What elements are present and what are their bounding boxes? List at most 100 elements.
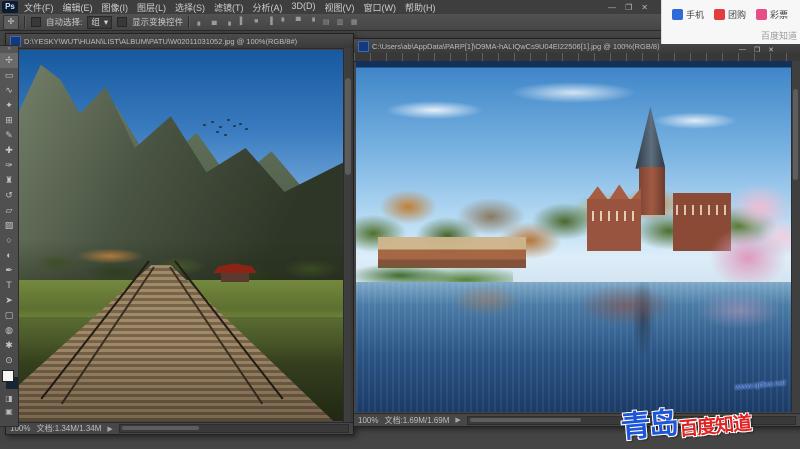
marquee-tool[interactable]: ▭ <box>0 68 18 83</box>
align-icon[interactable]: ▄ <box>209 18 219 26</box>
auto-select-checkbox[interactable] <box>31 17 41 27</box>
castle-left-wing <box>587 199 641 251</box>
menu-item[interactable]: 图像(I) <box>102 1 129 14</box>
menu-item[interactable]: 分析(A) <box>253 1 283 14</box>
menu-item[interactable]: 编辑(E) <box>63 1 93 14</box>
water-reflections <box>356 282 791 412</box>
browser-caption: 百度知道 <box>761 29 797 42</box>
tool-glyph: ⊙ <box>5 355 13 365</box>
quick-selection-tool[interactable]: ✦ <box>0 98 18 113</box>
lasso-tool[interactable]: ∿ <box>0 83 18 98</box>
chevron-down-icon: ▾ <box>104 17 108 28</box>
shape-tool[interactable]: ▢ <box>0 308 18 323</box>
current-tool-icon[interactable]: ✢ <box>3 15 19 30</box>
menu-item[interactable]: 帮助(H) <box>405 1 436 14</box>
doc-size-info: 文档:1.69M/1.69M <box>384 415 449 426</box>
dodge-tool[interactable]: ◐ <box>0 248 18 263</box>
favicon-icon <box>756 9 767 20</box>
align-icon[interactable]: ■ <box>251 18 261 26</box>
auto-select-dropdown[interactable]: 组▾ <box>87 16 112 29</box>
panel-collapse-icon[interactable]: » <box>0 46 18 53</box>
zoom-level[interactable]: 100% <box>358 416 378 425</box>
bookmark-item[interactable]: 手机 <box>672 8 704 21</box>
align-buttons: ▖ ▄ ▗ ▌ ■ ▐ ▘ ▀ ▝ ▤ ▥ ▦ <box>195 18 359 26</box>
tool-glyph: ✒ <box>5 265 13 275</box>
tool-glyph: ✎ <box>5 130 13 140</box>
minimize-icon[interactable]: — <box>608 3 616 12</box>
hand-tool[interactable]: ✱ <box>0 338 18 353</box>
minimize-icon[interactable]: — <box>739 46 746 54</box>
eraser-tool[interactable]: ▱ <box>0 203 18 218</box>
eyedropper-tool[interactable]: ✎ <box>0 128 18 143</box>
brush-tool[interactable]: ✑ <box>0 158 18 173</box>
path-selection-tool[interactable]: ➤ <box>0 293 18 308</box>
maximize-icon[interactable]: ❐ <box>754 46 760 54</box>
move-tool[interactable]: ✢ <box>0 53 18 68</box>
blur-tool[interactable]: ○ <box>0 233 18 248</box>
menu-item[interactable]: 窗口(W) <box>364 1 397 14</box>
align-icon[interactable]: ▦ <box>349 18 359 26</box>
bookmark-label: 团购 <box>728 8 746 21</box>
healing-brush-tool[interactable]: ✚ <box>0 143 18 158</box>
menu-item[interactable]: 图层(L) <box>137 1 166 14</box>
align-icon[interactable]: ▀ <box>293 18 303 26</box>
align-icon[interactable]: ▘ <box>279 18 289 26</box>
menu-item[interactable]: 文件(F) <box>24 1 54 14</box>
vignette <box>18 50 343 421</box>
scrollbar-thumb[interactable] <box>122 426 200 430</box>
bookmark-item[interactable]: 彩票 <box>756 8 788 21</box>
crop-tool[interactable]: ⊞ <box>0 113 18 128</box>
maximize-icon[interactable]: ❐ <box>625 3 632 12</box>
align-icon[interactable]: ▌ <box>237 18 247 26</box>
photoshop-logo-icon[interactable]: Ps <box>2 1 18 13</box>
screen-mode-button[interactable]: ▣ <box>0 405 18 418</box>
close-icon[interactable]: ✕ <box>768 46 774 54</box>
canvas-castle-photo[interactable] <box>356 61 791 412</box>
history-brush-tool[interactable]: ↺ <box>0 188 18 203</box>
zoom-tool[interactable]: ⊙ <box>0 353 18 368</box>
tool-glyph: ↺ <box>5 190 13 200</box>
align-icon[interactable]: ▝ <box>307 18 317 26</box>
document-title-bar[interactable]: D:\YESKY\WUT\HUAN\LIST\ALBUM\PATU\W02011… <box>6 34 353 49</box>
tool-glyph: ✦ <box>5 100 13 110</box>
status-arrow-icon[interactable]: ▶ <box>455 416 460 424</box>
scrollbar-thumb[interactable] <box>345 78 351 175</box>
tool-glyph: ✚ <box>5 145 13 155</box>
align-icon[interactable]: ▤ <box>321 18 331 26</box>
document-icon <box>358 41 369 52</box>
tool-glyph: ▱ <box>6 205 13 215</box>
document-window-controls: — ❐ ✕ <box>739 46 774 54</box>
tool-options-bar: ✢ 自动选择: 组▾ 显示变换控件 ▖▄▗▌■▐▘▀▝▤▥▦ <box>0 14 662 31</box>
3d-rotate-tool[interactable]: ◍ <box>0 323 18 338</box>
show-transform-checkbox[interactable] <box>117 17 127 27</box>
castle-windows <box>592 211 640 221</box>
align-icon[interactable]: ▐ <box>265 18 275 26</box>
align-icon[interactable]: ▖ <box>195 18 205 26</box>
horizontal-scrollbar[interactable] <box>119 424 349 433</box>
pen-tool[interactable]: ✒ <box>0 263 18 278</box>
align-icon[interactable]: ▥ <box>335 18 345 26</box>
vertical-scrollbar[interactable] <box>343 48 353 422</box>
align-icon[interactable]: ▗ <box>223 18 233 26</box>
app-window-controls: — ❐ ✕ <box>608 3 648 12</box>
menu-item[interactable]: 选择(S) <box>175 1 205 14</box>
menu-bar: Ps 文件(F) 编辑(E) 图像(I) 图层(L) 选择(S) 滤镜(T) 分析(A) 3D… <box>0 0 662 15</box>
quick-mask-button[interactable]: ◨ <box>0 392 18 405</box>
canvas-landscape-photo[interactable] <box>18 50 343 421</box>
type-tool[interactable]: T <box>0 278 18 293</box>
horizontal-scrollbar[interactable] <box>467 416 796 425</box>
favicon-icon <box>714 9 725 20</box>
menu-item[interactable]: 滤镜(T) <box>214 1 244 14</box>
menu-item[interactable]: 3D(D) <box>292 1 316 14</box>
favicon-icon <box>672 9 683 20</box>
clone-stamp-tool[interactable]: ♜ <box>0 173 18 188</box>
gradient-tool[interactable]: ▨ <box>0 218 18 233</box>
status-arrow-icon[interactable]: ▶ <box>107 425 112 433</box>
vertical-scrollbar[interactable] <box>791 61 800 412</box>
close-icon[interactable]: ✕ <box>641 3 648 12</box>
scrollbar-thumb[interactable] <box>470 418 581 422</box>
menu-item[interactable]: 视图(V) <box>325 1 355 14</box>
foreground-color-swatch[interactable] <box>2 370 14 382</box>
bookmark-item[interactable]: 团购 <box>714 8 746 21</box>
scrollbar-thumb[interactable] <box>793 89 798 180</box>
